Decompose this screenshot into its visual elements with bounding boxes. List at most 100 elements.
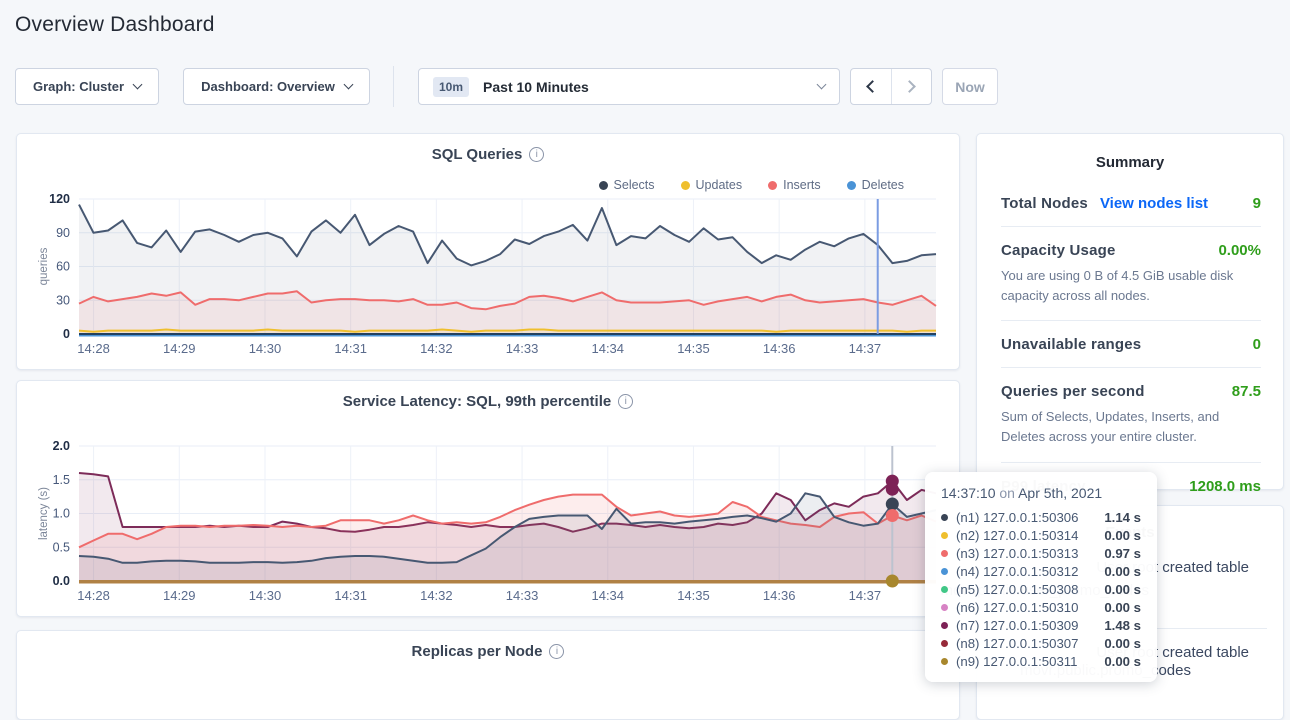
info-icon[interactable]: i [549,644,564,659]
node-color-dot [941,640,948,647]
summary-value: 9 [1253,195,1261,212]
svg-text:14:34: 14:34 [591,341,624,356]
chevron-right-icon [903,80,916,93]
chevron-down-icon [133,80,143,90]
node-color-dot [941,550,948,557]
summary-description: You are using 0 B of 4.5 GiB usable disk… [1001,266,1261,306]
node-color-dot [941,586,948,593]
tooltip-node-label: (n5) 127.0.0.1:50308 [956,582,1078,597]
tooltip-node-value: 0.00 s [1104,528,1141,543]
svg-text:14:35: 14:35 [677,588,710,603]
svg-text:14:29: 14:29 [163,341,196,356]
summary-label: Total Nodes [1001,195,1088,212]
next-time-button[interactable] [892,69,932,104]
tooltip-row: (n7) 127.0.0.1:50309 1.48 s [941,616,1141,634]
svg-text:queries: queries [38,247,50,285]
now-button[interactable]: Now [942,68,998,105]
tooltip-node-label: (n7) 127.0.0.1:50309 [956,618,1078,633]
svg-text:0: 0 [63,327,70,341]
time-range-dropdown[interactable]: 10m Past 10 Minutes [418,68,840,105]
svg-text:14:33: 14:33 [506,588,539,603]
chart-title: Replicas per Node [412,643,543,660]
tooltip-node-value: 0.97 s [1104,546,1141,561]
replicas-per-node-card: Replicas per Node i [16,630,960,720]
svg-text:120: 120 [49,192,70,206]
summary-title: Summary [977,154,1283,171]
svg-text:90: 90 [56,226,70,240]
tooltip-row: (n9) 127.0.0.1:50311 0.00 s [941,652,1141,670]
svg-text:14:28: 14:28 [77,588,110,603]
node-color-dot [941,514,948,521]
summary-label: Unavailable ranges [1001,336,1141,353]
view-nodes-list-link[interactable]: View nodes list [1100,195,1208,212]
page-title: Overview Dashboard [15,13,215,37]
summary-row-queries-per-second: Queries per second 87.5 Sum of Selects, … [1001,368,1261,462]
svg-text:14:34: 14:34 [591,588,624,603]
tooltip-node-value: 0.00 s [1104,636,1141,651]
tooltip-row: (n5) 127.0.0.1:50308 0.00 s [941,580,1141,598]
svg-text:30: 30 [56,293,70,307]
tooltip-node-label: (n6) 127.0.0.1:50310 [956,600,1078,615]
tooltip-node-label: (n4) 127.0.0.1:50312 [956,564,1078,579]
svg-text:14:36: 14:36 [763,588,796,603]
time-range-label: Past 10 Minutes [483,79,589,95]
svg-text:14:35: 14:35 [677,341,710,356]
tooltip-row: (n6) 127.0.0.1:50310 0.00 s [941,598,1141,616]
node-color-dot [941,658,948,665]
tooltip-node-label: (n9) 127.0.0.1:50311 [956,654,1077,669]
chevron-down-icon [343,80,353,90]
svg-text:60: 60 [56,260,70,274]
svg-text:14:31: 14:31 [334,588,367,603]
svg-text:0.0: 0.0 [53,574,70,588]
tooltip-node-label: (n1) 127.0.0.1:50306 [956,510,1078,525]
svg-text:1.0: 1.0 [53,507,70,521]
tooltip-node-value: 0.00 s [1104,582,1141,597]
time-nav-group [850,68,932,105]
chart-hover-tooltip: 14:37:10 on Apr 5th, 2021 (n1) 127.0.0.1… [925,472,1157,682]
tooltip-node-value: 1.14 s [1104,510,1141,525]
tooltip-row: (n2) 127.0.0.1:50314 0.00 s [941,526,1141,544]
summary-row-capacity-usage: Capacity Usage 0.00% You are using 0 B o… [1001,227,1261,321]
graph-dropdown-label: Graph: Cluster [33,79,124,94]
tooltip-row: (n8) 127.0.0.1:50307 0.00 s [941,634,1141,652]
svg-text:14:33: 14:33 [506,341,539,356]
service-latency-chart[interactable]: 0.00.51.01.52.014:2814:2914:3014:3114:32… [17,381,961,618]
svg-text:14:37: 14:37 [849,341,882,356]
tooltip-node-value: 0.00 s [1104,654,1141,669]
summary-value: 0.00% [1218,242,1261,259]
svg-text:14:31: 14:31 [334,341,367,356]
svg-text:2.0: 2.0 [53,439,70,453]
node-color-dot [941,532,948,539]
summary-label: Queries per second [1001,383,1145,400]
time-range-badge: 10m [433,77,469,97]
prev-time-button[interactable] [851,69,892,104]
tooltip-node-value: 0.00 s [1104,600,1141,615]
graph-dropdown[interactable]: Graph: Cluster [15,68,159,105]
dashboard-dropdown[interactable]: Dashboard: Overview [183,68,370,105]
svg-text:14:32: 14:32 [420,588,453,603]
svg-text:1.5: 1.5 [53,473,70,487]
toolbar-divider [393,66,394,107]
tooltip-node-value: 1.48 s [1104,618,1141,633]
svg-text:0.5: 0.5 [53,540,70,554]
svg-text:14:30: 14:30 [249,341,282,356]
tooltip-timestamp: 14:37:10 on Apr 5th, 2021 [941,485,1141,501]
tooltip-row: (n1) 127.0.0.1:50306 1.14 s [941,508,1141,526]
summary-description: Sum of Selects, Updates, Inserts, and De… [1001,407,1261,447]
summary-value: 0 [1253,336,1261,353]
chevron-left-icon [866,80,879,93]
tooltip-node-value: 0.00 s [1104,564,1141,579]
tooltip-row: (n4) 127.0.0.1:50312 0.00 s [941,562,1141,580]
tooltip-node-label: (n2) 127.0.0.1:50314 [956,528,1078,543]
dashboard-dropdown-label: Dashboard: Overview [201,79,335,94]
tooltip-row: (n3) 127.0.0.1:50313 0.97 s [941,544,1141,562]
tooltip-node-label: (n3) 127.0.0.1:50313 [956,546,1078,561]
service-latency-card: Service Latency: SQL, 99th percentile i … [16,380,960,617]
svg-text:latency (s): latency (s) [38,487,50,540]
tooltip-node-label: (n8) 127.0.0.1:50307 [956,636,1078,651]
chevron-down-icon [817,80,827,90]
sql-queries-chart[interactable]: 030609012014:2814:2914:3014:3114:3214:33… [17,134,961,371]
node-color-dot [941,604,948,611]
summary-row-unavailable-ranges: Unavailable ranges 0 [1001,321,1261,368]
summary-panel: Summary Total Nodes View nodes list 9 Ca… [976,133,1284,490]
